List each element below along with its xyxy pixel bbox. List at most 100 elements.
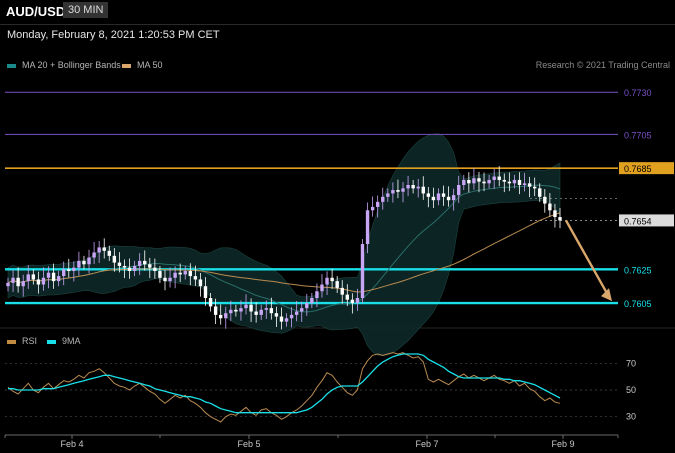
price-label-0: 0.7730 [624, 88, 652, 98]
candle-body-73 [375, 201, 380, 207]
candle-body-53 [274, 313, 279, 317]
candle-body-66 [340, 287, 344, 295]
candle-body-18 [97, 247, 101, 253]
candle-body-63 [325, 277, 329, 285]
candle-body-56 [289, 314, 294, 319]
candle-body-12 [67, 269, 71, 272]
candle-body-39 [203, 286, 208, 299]
candle-body-99 [507, 181, 512, 184]
candle-body-27 [143, 260, 147, 265]
candle-body-16 [87, 257, 91, 265]
candle-body-91 [467, 179, 471, 184]
candle-body-65 [335, 281, 339, 288]
candle-body-61 [315, 291, 319, 299]
candle-body-90 [462, 179, 466, 186]
candle-body-84 [431, 196, 436, 201]
candle-body-77 [396, 190, 400, 192]
candle-body-68 [350, 299, 355, 304]
candle-body-75 [386, 193, 390, 197]
candle-body-35 [183, 271, 187, 275]
candle-body-17 [92, 252, 96, 258]
candle-body-3 [21, 281, 25, 287]
candle-body-86 [441, 193, 446, 197]
candle-body-78 [401, 188, 405, 192]
candle-body-100 [512, 179, 517, 184]
candle-body-85 [436, 193, 441, 201]
candle-body-8 [46, 272, 51, 278]
rsi-tick-0: 70 [626, 358, 636, 368]
candle-body-7 [41, 277, 46, 285]
candle-body-81 [416, 186, 420, 189]
candle-body-13 [72, 267, 76, 272]
candle-body-89 [457, 185, 461, 196]
candle-body-105 [538, 188, 542, 197]
candle-body-60 [310, 298, 314, 304]
candle-body-55 [284, 318, 289, 322]
candle-body-24 [127, 267, 132, 272]
candle-body-37 [193, 276, 198, 280]
candle-body-94 [482, 181, 486, 184]
candle-body-19 [102, 247, 106, 251]
candle-body-69 [355, 298, 360, 304]
candle-body-72 [370, 206, 375, 211]
candle-body-59 [305, 303, 309, 309]
candle-body-43 [224, 313, 228, 319]
candle-body-6 [36, 279, 41, 285]
price-label-5: 0.7605 [624, 299, 652, 309]
candle-body-87 [446, 196, 451, 201]
x-tick-label-1: Feb 5 [237, 439, 260, 449]
rsi-tick-1: 50 [626, 385, 636, 395]
candle-body-52 [269, 308, 274, 314]
candle-body-21 [112, 255, 117, 263]
candle-body-25 [132, 265, 137, 272]
candle-body-98 [502, 179, 506, 182]
candle-body-50 [259, 309, 263, 315]
candle-body-107 [548, 203, 552, 211]
candle-body-64 [330, 277, 334, 282]
candle-body-34 [178, 272, 182, 275]
candle-body-96 [492, 176, 496, 180]
candle-body-108 [553, 210, 557, 218]
candle-body-82 [421, 186, 425, 194]
price-chart[interactable]: 0.7730 0.7705 0.7685 0.7654 0.7625 0.7605 70 50… [0, 0, 675, 453]
candle-body-33 [173, 272, 177, 278]
candle-body-106 [543, 196, 547, 204]
x-tick-label-2: Feb 7 [415, 439, 438, 449]
candle-body-109 [558, 217, 562, 221]
candle-body-103 [527, 183, 532, 187]
candle-body-30 [158, 271, 162, 278]
rsi-tick-2: 30 [626, 412, 636, 422]
price-label-3: 0.7654 [624, 216, 652, 226]
candle-body-41 [213, 306, 218, 315]
candle-body-46 [239, 308, 243, 312]
candle-body-93 [477, 178, 481, 182]
candle-body-14 [77, 260, 81, 268]
price-label-4: 0.7625 [624, 265, 652, 275]
candle-body-83 [426, 193, 431, 197]
candle-body-97 [497, 176, 501, 180]
candle-body-45 [234, 309, 238, 312]
price-label-2: 0.7685 [624, 164, 652, 174]
candle-body-76 [391, 190, 395, 194]
candle-body-48 [249, 304, 253, 312]
candle-body-36 [188, 271, 193, 277]
price-label-1: 0.7705 [624, 130, 652, 140]
bollinger-band [7, 133, 561, 357]
candle-body-42 [218, 314, 223, 319]
candle-body-31 [163, 277, 167, 282]
candle-body-57 [294, 311, 299, 315]
candle-body-22 [117, 262, 122, 266]
candle-body-104 [532, 186, 537, 189]
candle-body-2 [16, 277, 20, 287]
candle-body-11 [62, 269, 66, 277]
candle-body-49 [254, 311, 258, 315]
candle-body-58 [300, 308, 304, 312]
candle-body-51 [264, 308, 268, 310]
projection-arrow-line [564, 219, 610, 296]
rsi-series-1 [8, 353, 561, 414]
candle-body-4 [26, 274, 30, 282]
candle-body-54 [279, 316, 284, 322]
candle-body-79 [406, 185, 410, 189]
candle-body-26 [137, 260, 142, 266]
candle-body-102 [522, 183, 527, 186]
